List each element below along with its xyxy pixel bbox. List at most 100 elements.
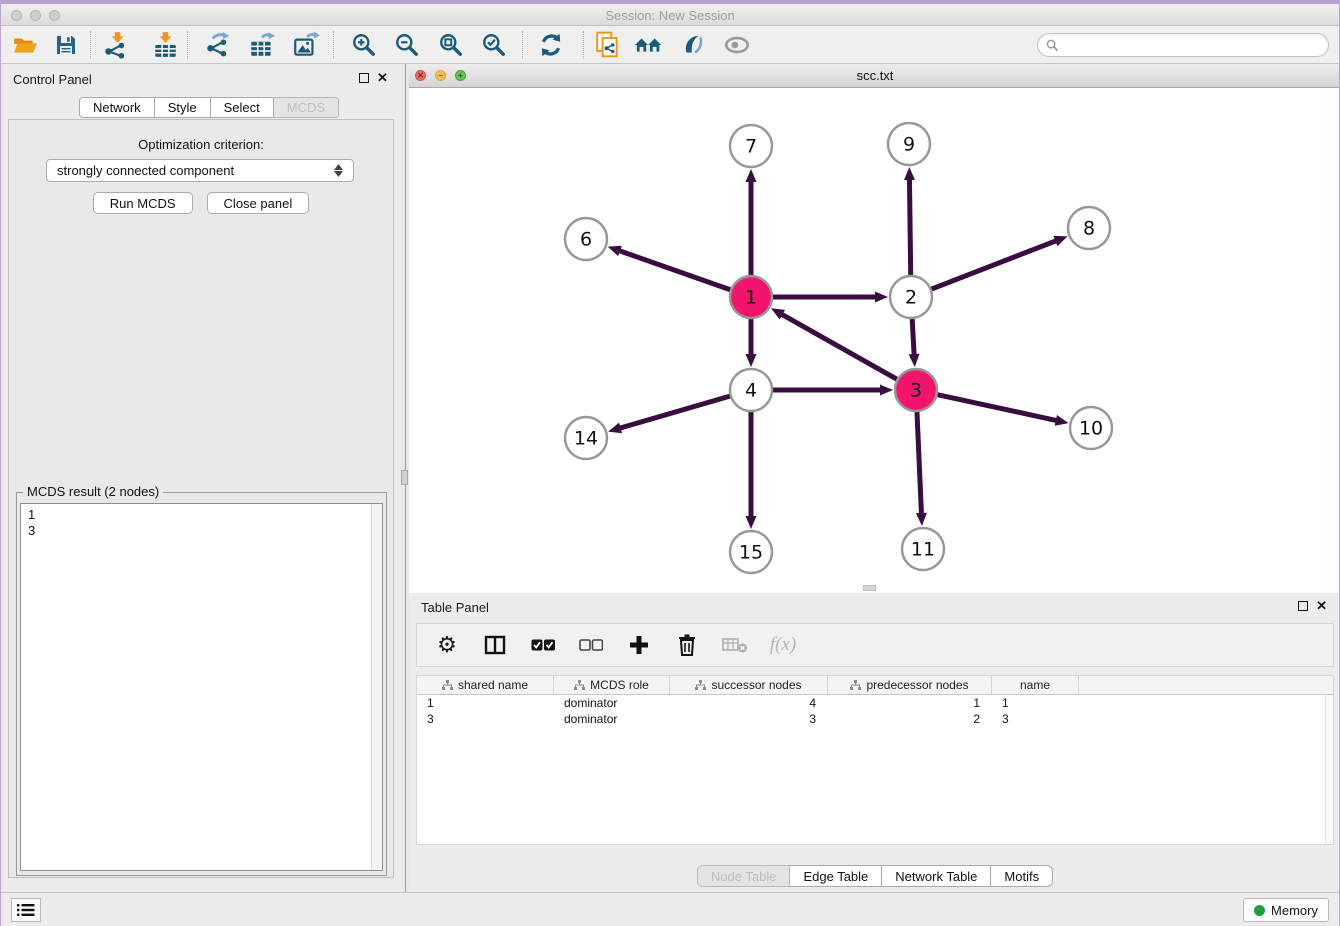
cell-name[interactable]: 3 xyxy=(992,711,1079,727)
network-graph: 7 9 6 8 1 2 4 3 14 10 15 11 xyxy=(409,88,1340,593)
deselect-all-rows-icon[interactable] xyxy=(577,631,605,659)
criterion-select[interactable]: strongly connected component xyxy=(46,159,354,182)
graph-node-7[interactable]: 7 xyxy=(730,125,772,167)
graph-edge-3-10[interactable] xyxy=(937,395,1057,421)
svg-text:14: 14 xyxy=(574,428,598,450)
cell-shared-name[interactable]: 3 xyxy=(417,711,554,727)
graph-node-15[interactable]: 15 xyxy=(730,531,772,573)
search-field[interactable] xyxy=(1037,33,1329,57)
table-row[interactable]: 1 dominator 4 1 1 xyxy=(417,695,1333,711)
run-mcds-button[interactable]: Run MCDS xyxy=(93,192,193,214)
graph-edge-3-11[interactable] xyxy=(917,412,922,515)
column-header-mcds-role[interactable]: MCDS role xyxy=(554,676,670,694)
search-input[interactable] xyxy=(1064,38,1320,53)
mcds-result-list[interactable]: 1 3 xyxy=(20,503,383,871)
cell-predecessor-nodes[interactable]: 1 xyxy=(828,695,992,711)
graph-node-4[interactable]: 4 xyxy=(730,369,772,411)
cell-mcds-role[interactable]: dominator xyxy=(554,711,670,727)
cell-shared-name[interactable]: 1 xyxy=(417,695,554,711)
import-table-icon[interactable] xyxy=(150,30,180,60)
svg-text:15: 15 xyxy=(739,542,763,564)
export-image-icon[interactable] xyxy=(291,30,321,60)
delete-column-icon[interactable] xyxy=(673,631,701,659)
cell-name[interactable]: 1 xyxy=(992,695,1079,711)
graph-node-10[interactable]: 10 xyxy=(1070,407,1112,449)
column-header-shared-name[interactable]: shared name xyxy=(417,676,554,694)
tab-select[interactable]: Select xyxy=(211,97,274,118)
tab-network-table[interactable]: Network Table xyxy=(882,865,991,887)
graph-node-2[interactable]: 2 xyxy=(890,276,932,318)
tab-edge-table[interactable]: Edge Table xyxy=(790,865,882,887)
memory-status-icon xyxy=(1254,905,1265,916)
network-resize-grip[interactable] xyxy=(863,585,876,591)
tab-motifs[interactable]: Motifs xyxy=(991,865,1053,887)
result-scrollbar[interactable] xyxy=(371,504,382,870)
select-all-rows-icon[interactable] xyxy=(529,631,557,659)
graph-node-11[interactable]: 11 xyxy=(902,528,944,570)
tab-network[interactable]: Network xyxy=(79,97,155,118)
export-network-icon[interactable] xyxy=(203,30,233,60)
main-titlebar[interactable]: Session: New Session xyxy=(1,4,1339,26)
show-all-networks-icon[interactable] xyxy=(634,30,664,60)
column-header-successor-nodes[interactable]: successor nodes xyxy=(670,676,828,694)
network-window-titlebar[interactable]: ✕ − + scc.txt xyxy=(409,64,1340,88)
graph-edge-3-1[interactable] xyxy=(781,314,897,380)
graph-node-14[interactable]: 14 xyxy=(565,417,607,459)
graph-node-3[interactable]: 3 xyxy=(895,369,937,411)
control-panel-buttons: ✕ xyxy=(359,73,388,83)
show-hide-graphics-icon[interactable] xyxy=(722,30,752,60)
import-network-icon[interactable] xyxy=(101,30,131,60)
column-header-name[interactable]: name xyxy=(992,676,1079,694)
graph-edge-2-8[interactable] xyxy=(932,240,1058,289)
graph-node-1[interactable]: 1 xyxy=(730,276,772,318)
tab-mcds[interactable]: MCDS xyxy=(274,97,339,118)
graph-edge-1-6[interactable] xyxy=(618,250,730,289)
refresh-layout-icon[interactable] xyxy=(536,30,566,60)
float-panel-icon[interactable] xyxy=(359,73,369,83)
toolbar-separator xyxy=(522,31,523,59)
tab-node-table[interactable]: Node Table xyxy=(697,865,791,887)
zoom-in-icon[interactable] xyxy=(349,30,379,60)
function-builder-icon[interactable]: f(x) xyxy=(769,631,797,659)
graph-edge-4-14[interactable] xyxy=(619,396,730,428)
zoom-out-icon[interactable] xyxy=(392,30,422,60)
open-session-icon[interactable] xyxy=(10,30,40,60)
toolbar-separator xyxy=(333,31,334,59)
tab-style[interactable]: Style xyxy=(155,97,211,118)
zoom-selected-icon[interactable] xyxy=(479,30,509,60)
graph-node-9[interactable]: 9 xyxy=(888,123,930,165)
table-scrollbar[interactable] xyxy=(1325,695,1333,844)
graph-edge-arrow-1-7 xyxy=(746,169,757,182)
delete-table-icon[interactable] xyxy=(721,631,749,659)
toolbar-separator xyxy=(583,31,584,59)
network-canvas[interactable]: 7 9 6 8 1 2 4 3 14 10 15 11 xyxy=(409,88,1340,593)
graph-edge-arrow-1-4 xyxy=(746,354,757,367)
cell-mcds-role[interactable]: dominator xyxy=(554,695,670,711)
apply-style-icon[interactable] xyxy=(678,30,708,60)
cell-successor-nodes[interactable]: 3 xyxy=(670,711,828,727)
graph-edge-2-3[interactable] xyxy=(912,319,914,356)
graph-edge-2-9[interactable] xyxy=(909,178,910,275)
graph-node-8[interactable]: 8 xyxy=(1068,207,1110,249)
splitter-grip[interactable] xyxy=(401,470,408,485)
column-header-predecessor-nodes[interactable]: predecessor nodes xyxy=(828,676,992,694)
export-table-icon[interactable] xyxy=(247,30,277,60)
table-row[interactable]: 3 dominator 3 2 3 xyxy=(417,711,1333,727)
graph-node-6[interactable]: 6 xyxy=(565,218,607,260)
clone-network-icon[interactable] xyxy=(593,30,623,60)
memory-button[interactable]: Memory xyxy=(1243,898,1329,922)
close-panel-icon[interactable]: ✕ xyxy=(377,73,388,83)
float-table-panel-icon[interactable] xyxy=(1298,601,1308,611)
add-column-icon[interactable] xyxy=(625,631,653,659)
close-panel-button[interactable]: Close panel xyxy=(207,192,310,214)
panel-splitter[interactable] xyxy=(401,64,409,892)
zoom-fit-icon[interactable] xyxy=(436,30,466,60)
cell-successor-nodes[interactable]: 4 xyxy=(670,695,828,711)
table-settings-icon[interactable]: ⚙ xyxy=(433,631,461,659)
task-history-button[interactable] xyxy=(11,898,41,922)
save-session-icon[interactable] xyxy=(51,30,81,60)
column-layout-icon[interactable] xyxy=(481,631,509,659)
cell-predecessor-nodes[interactable]: 2 xyxy=(828,711,992,727)
close-table-panel-icon[interactable]: ✕ xyxy=(1316,601,1327,611)
memory-label: Memory xyxy=(1271,903,1318,918)
